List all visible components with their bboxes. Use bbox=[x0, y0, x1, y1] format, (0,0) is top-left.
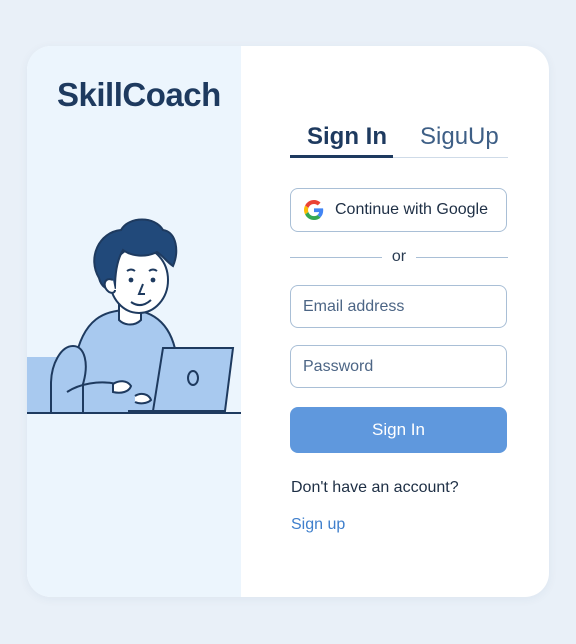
illustration-panel: SkillCoach bbox=[27, 46, 241, 597]
password-field[interactable] bbox=[290, 345, 507, 388]
no-account-text: Don't have an account? bbox=[291, 479, 459, 496]
continue-with-google-button[interactable]: Continue with Google bbox=[290, 188, 507, 232]
divider-line-right bbox=[416, 257, 508, 258]
google-g-icon bbox=[304, 200, 324, 220]
sign-in-button[interactable]: Sign In bbox=[290, 407, 507, 453]
email-field[interactable] bbox=[290, 285, 507, 328]
sign-up-link[interactable]: Sign up bbox=[291, 516, 345, 534]
divider-text: or bbox=[391, 248, 407, 265]
active-tab-indicator bbox=[290, 155, 393, 158]
tab-sign-in[interactable]: Sign In bbox=[307, 118, 387, 156]
google-button-label: Continue with Google bbox=[335, 201, 488, 218]
divider-line-left bbox=[290, 257, 382, 258]
auth-tabs: Sign In SiguUp bbox=[290, 118, 508, 160]
brand-logo: SkillCoach bbox=[57, 76, 221, 113]
login-card: SkillCoach Sign In SiguUp Continue with … bbox=[27, 46, 549, 597]
tab-sign-up[interactable]: SiguUp bbox=[420, 118, 499, 156]
or-divider: or bbox=[290, 247, 508, 267]
person-with-laptop-illustration bbox=[27, 218, 241, 414]
